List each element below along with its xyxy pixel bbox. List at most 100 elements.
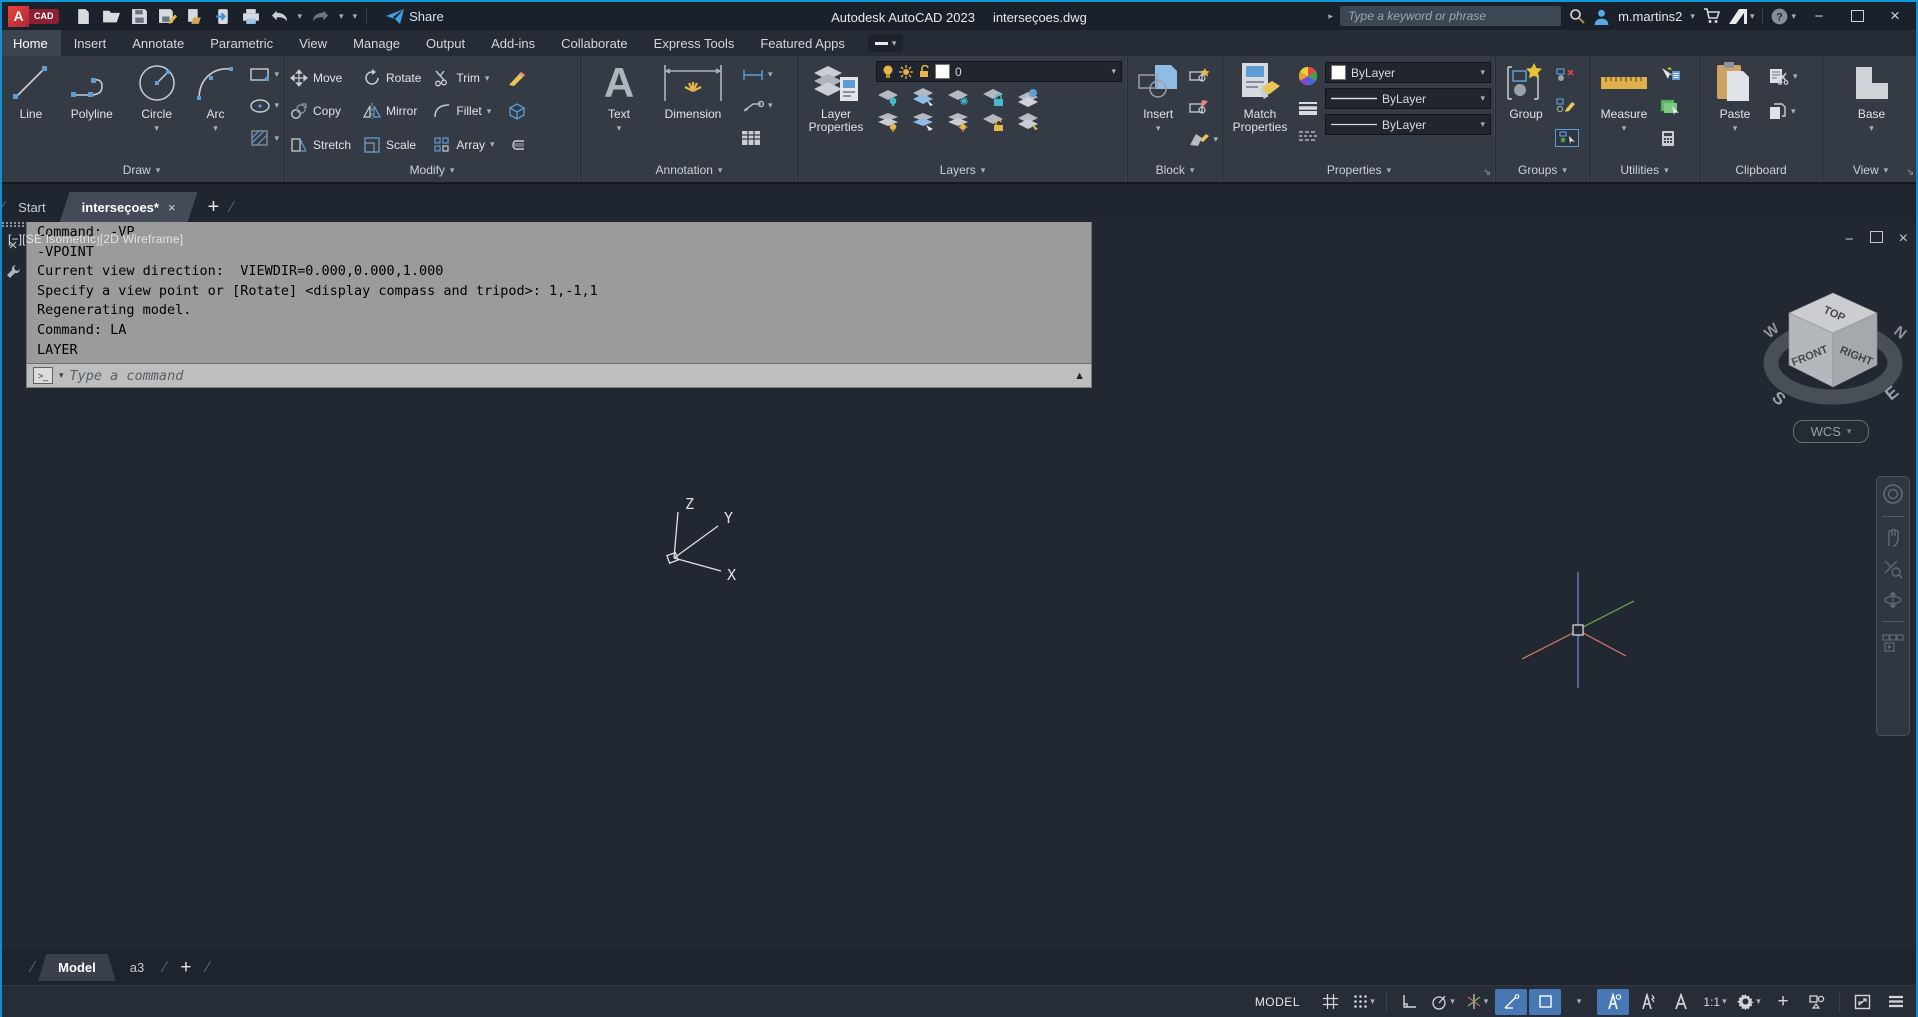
edit-attributes-button[interactable] [1188, 99, 1218, 115]
tab-collaborate[interactable]: Collaborate [548, 30, 641, 56]
rectangle-dropdown[interactable]: ▾ [274, 70, 279, 79]
help-dropdown[interactable]: ▾ [1791, 11, 1796, 21]
annotation-scale-button[interactable] [1665, 989, 1697, 1015]
panel-label-draw[interactable]: Draw ▾ [0, 158, 283, 182]
new-layout-button[interactable]: + [170, 957, 201, 979]
arc-button[interactable]: Arc ▾ [192, 59, 240, 158]
layer-freeze-icon[interactable] [946, 87, 972, 107]
close-file-tab-icon[interactable]: × [168, 200, 176, 215]
lineweight-dropdown[interactable]: ▾ [1480, 94, 1485, 103]
layer-make-current-icon[interactable] [1016, 87, 1042, 107]
block-editor-button[interactable]: ▾ [1188, 131, 1218, 147]
panel-label-modify[interactable]: Modify ▾ [284, 158, 580, 182]
panel-label-clipboard[interactable]: Clipboard [1700, 158, 1822, 182]
isometric-drafting-button[interactable]: ▾ [1461, 989, 1493, 1015]
linetype-combo[interactable]: ByLayer ▾ [1325, 114, 1491, 135]
ellipse-button[interactable]: ▾ [249, 98, 279, 114]
polar-dropdown[interactable]: ▾ [1450, 997, 1455, 1006]
linear-dimension-dropdown[interactable]: ▾ [768, 70, 773, 79]
table-button[interactable] [741, 130, 773, 146]
lineweight-icon[interactable] [1298, 101, 1318, 115]
object-snap-button[interactable] [1529, 988, 1561, 1015]
save-icon[interactable] [130, 7, 149, 26]
maximize-button[interactable] [1842, 5, 1872, 27]
new-file-icon[interactable] [74, 7, 93, 26]
view-dialog-launcher[interactable]: ⇘ [1906, 167, 1914, 178]
object-snap-tracking-button[interactable] [1495, 988, 1527, 1015]
tab-parametric[interactable]: Parametric [197, 30, 286, 56]
panel-label-layers[interactable]: Layers ▾ [798, 158, 1127, 182]
polyline-button[interactable]: Polyline [62, 59, 122, 158]
measure-button[interactable]: Measure ▾ [1596, 59, 1652, 158]
quick-calculator-button[interactable] [1659, 130, 1681, 147]
text-dropdown[interactable]: ▾ [617, 123, 622, 133]
autodesk-logo-icon[interactable]: ▾ [1728, 8, 1755, 24]
undo-icon[interactable] [270, 7, 289, 26]
model-space-toggle[interactable]: MODEL [1247, 989, 1308, 1015]
leader-dropdown[interactable]: ▾ [768, 101, 773, 110]
copy-button[interactable]: Copy [290, 102, 351, 120]
customize-qat-icon[interactable]: ▾ [353, 11, 358, 21]
tab-addins[interactable]: Add-ins [478, 30, 548, 56]
search-input[interactable]: Type a keyword or phrase [1340, 6, 1562, 26]
polar-tracking-button[interactable]: ▾ [1427, 989, 1459, 1015]
undo-dropdown[interactable]: ▾ [298, 11, 303, 21]
tab-annotate[interactable]: Annotate [119, 30, 197, 56]
paste-dropdown[interactable]: ▾ [1733, 123, 1738, 133]
quick-select-button[interactable] [1659, 66, 1681, 83]
object-color-combo[interactable]: ByLayer ▾ [1325, 62, 1491, 83]
scale-button[interactable]: Scale [363, 136, 421, 154]
tab-home[interactable]: Home [0, 30, 61, 56]
layer-properties-button[interactable]: Layer Properties [804, 59, 868, 158]
panel-label-view[interactable]: View ▾ ⇘ [1823, 158, 1918, 182]
move-button[interactable]: Move [290, 69, 351, 88]
snap-mode-button[interactable]: ▾ [1348, 989, 1380, 1015]
help-icon[interactable]: ? ▾ [1771, 8, 1796, 25]
user-avatar-icon[interactable] [1593, 8, 1610, 25]
panel-label-annotation[interactable]: Annotation ▾ [581, 158, 797, 182]
export-icon[interactable] [186, 7, 205, 26]
layer-on-all-icon[interactable] [876, 112, 902, 132]
group-edit-button[interactable] [1555, 98, 1579, 113]
lineweight-combo[interactable]: ByLayer ▾ [1325, 88, 1491, 109]
panel-label-groups[interactable]: Groups ▾ [1496, 158, 1589, 182]
text-button[interactable]: A Text ▾ [593, 59, 645, 158]
minimize-button[interactable]: − [1804, 5, 1834, 27]
trim-dropdown[interactable]: ▾ [485, 73, 490, 83]
layer-off-icon[interactable] [876, 87, 902, 107]
redo-icon[interactable] [311, 7, 330, 26]
workspace-settings-button[interactable]: ▾ [1733, 989, 1765, 1015]
annotation-visibility-button[interactable] [1597, 988, 1629, 1015]
stretch-button[interactable]: Stretch [290, 136, 351, 154]
autodesk-dropdown[interactable]: ▾ [1750, 11, 1755, 21]
clean-screen-button[interactable] [1846, 989, 1878, 1015]
dimension-button[interactable]: Dimension [655, 59, 731, 158]
fillet-button[interactable]: Fillet ▾ [433, 102, 494, 120]
insert-button[interactable]: Insert ▾ [1134, 59, 1182, 158]
erase-button[interactable] [507, 69, 527, 87]
offset-button[interactable] [507, 137, 527, 153]
layer-select-combo[interactable]: 0 ▾ [876, 61, 1122, 82]
panel-label-properties[interactable]: Properties ▾ ⇘ [1223, 158, 1495, 182]
ungroup-button[interactable] [1555, 67, 1579, 82]
redo-dropdown[interactable]: ▾ [339, 11, 344, 21]
autocad-logo[interactable]: A CAD [8, 5, 59, 27]
save-as-icon[interactable] [158, 7, 177, 26]
base-button[interactable]: Base ▾ [1845, 59, 1899, 158]
tab-featured-apps[interactable]: Featured Apps [747, 30, 858, 56]
hatch-button[interactable]: ▾ [249, 129, 279, 147]
layout-tab-a3[interactable]: a3 [116, 954, 158, 981]
arc-dropdown[interactable]: ▾ [213, 123, 218, 133]
ribbon-display-toggle[interactable]: ▾ [867, 34, 904, 52]
hatch-dropdown[interactable]: ▾ [274, 133, 279, 143]
layer-walk-icon[interactable] [1016, 112, 1042, 132]
annotation-scale-value[interactable]: 1:1 ▾ [1699, 989, 1731, 1015]
properties-dialog-launcher[interactable]: ⇘ [1483, 167, 1491, 178]
isometric-dropdown[interactable]: ▾ [1484, 997, 1489, 1006]
tab-insert[interactable]: Insert [61, 30, 120, 56]
array-button[interactable]: Array ▾ [433, 136, 495, 154]
user-dropdown[interactable]: ▾ [1690, 11, 1695, 21]
fillet-dropdown[interactable]: ▾ [487, 106, 492, 116]
linetype-dropdown[interactable]: ▾ [1480, 120, 1485, 129]
match-properties-button[interactable]: Match Properties [1229, 59, 1291, 158]
